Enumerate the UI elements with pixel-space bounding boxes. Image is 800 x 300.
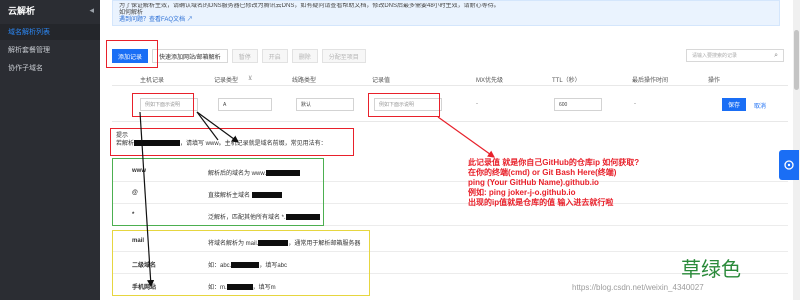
search-placeholder: 请输入要搜索的记录 <box>692 53 738 59</box>
host-input[interactable]: 例如下面示说明 <box>140 98 198 111</box>
th-line: 线路类型 <box>292 78 317 84</box>
main-panel: 为了保证解析生效，请确认域名的DNS服务器已修改为腾讯云DNS，如有疑问请查看帮… <box>100 0 800 300</box>
table-header: 主机记录 记录类型 ⊻ 线路类型 记录值 MX优先级 TTL（秒） 最后操作时间… <box>112 72 788 86</box>
external-link-icon: ↗ <box>186 17 193 23</box>
host-example-key: www <box>132 168 147 174</box>
sidebar: 云解析 ◂ 域名解析列表 解析套餐管理 协作子域名 <box>0 0 100 300</box>
host-example-desc: 如：abc. ，填写abc <box>208 260 287 269</box>
host-example-row: 手机网站 如：m. ，填写m <box>112 274 788 296</box>
filter-icon[interactable]: ⊻ <box>248 75 252 82</box>
redaction <box>134 140 181 147</box>
sidebar-item-sub-domain[interactable]: 协作子域名 <box>0 60 100 76</box>
host-example-desc: 泛解析，匹配其他所有域名 *. <box>208 212 320 221</box>
pause-button[interactable]: 暂停 <box>231 49 258 63</box>
notice-text: 为了保证解析生效，请确认域名的DNS服务器已修改为腾讯云DNS，如有疑问请查看帮… <box>119 3 500 9</box>
hint-text: 若解析 ，请填写 www。主机记录就是域名前缀，常见用法有： <box>116 140 784 148</box>
host-example-desc-text: 解析后的域名为 www. <box>208 171 267 177</box>
sidebar-item-label: 协作子域名 <box>8 65 43 72</box>
record-value-input[interactable]: 例如下面示说明 <box>374 98 442 111</box>
host-example-desc-text: 直接解析主域名 <box>208 193 251 199</box>
hint-prefix: 若解析 <box>116 141 135 147</box>
redaction <box>226 284 253 291</box>
toolbar: 添加记录 快速添加网站/邮箱解析 暂停 开启 删除 分配至项目 <box>112 48 366 64</box>
redaction <box>231 262 260 269</box>
support-float-button[interactable] <box>779 150 799 180</box>
edit-record-row: 例如下面示说明 A 默认 例如下面示说明 - 600 - 保存 取消 <box>112 90 788 122</box>
th-actions: 操作 <box>708 78 721 84</box>
delete-button[interactable]: 删除 <box>291 49 318 63</box>
redaction <box>266 170 301 177</box>
hint-panel: 提示 若解析 ，请填写 www。主机记录就是域名前缀，常见用法有： <box>112 130 788 156</box>
app-root: 云解析 ◂ 域名解析列表 解析套餐管理 协作子域名 为了保证解析生效，请确认域名… <box>0 0 800 300</box>
hint-suffix: ，请填写 www。主机记录就是域名前缀，常见用法有： <box>180 141 327 147</box>
host-example-desc: 解析后的域名为 www. <box>208 168 301 177</box>
host-example-key: 二级域名 <box>132 263 157 269</box>
type-value: A <box>223 101 227 108</box>
cancel-button[interactable]: 取消 <box>754 101 766 110</box>
sidebar-header: 云解析 ◂ <box>0 0 100 20</box>
collapse-icon[interactable]: ◂ <box>89 5 94 16</box>
host-example-row: 二级域名 如：abc. ，填写abc <box>112 252 788 274</box>
add-record-button[interactable]: 添加记录 <box>112 49 149 63</box>
host-example-row: www 解析后的域名为 www. <box>112 160 788 182</box>
type-select[interactable]: A <box>218 98 272 111</box>
headset-icon <box>784 160 794 170</box>
line-select[interactable]: 默认 <box>296 98 354 111</box>
host-example-desc-suffix: ，通常用于解析邮箱服务器 <box>288 241 361 247</box>
th-ttl: TTL（秒） <box>552 78 581 84</box>
sidebar-item-label: 解析套餐管理 <box>8 47 50 54</box>
host-example-desc-suffix: ，填写abc <box>259 263 288 269</box>
host-example-desc-text: 如：abc. <box>208 263 232 269</box>
sidebar-item-label: 域名解析列表 <box>8 29 50 36</box>
host-example-desc: 直接解析主域名 <box>208 190 282 199</box>
search-icon[interactable]: ⌕ <box>774 52 778 60</box>
redaction <box>285 214 320 221</box>
th-value: 记录值 <box>372 78 391 84</box>
ttl-input[interactable]: 600 <box>554 98 602 111</box>
redaction <box>258 240 289 247</box>
value-placeholder: 例如下面示说明 <box>379 102 415 108</box>
search-input[interactable]: 请输入要搜索的记录 ⌕ <box>686 49 784 62</box>
last-op-value: - <box>634 101 636 107</box>
sidebar-item-plan-management[interactable]: 解析套餐管理 <box>0 42 100 58</box>
host-example-row: @ 直接解析主域名 <box>112 182 788 204</box>
enable-button[interactable]: 开启 <box>261 49 288 63</box>
host-example-desc-text: 如：m. <box>208 285 227 291</box>
host-example-row: * 泛解析，匹配其他所有域名 *. <box>112 204 788 226</box>
assign-group-button[interactable]: 分配至项目 <box>321 49 366 63</box>
hint-title: 提示 <box>116 133 129 139</box>
th-host: 主机记录 <box>140 78 165 84</box>
host-example-key: * <box>132 212 135 218</box>
save-button[interactable]: 保存 <box>722 98 747 111</box>
notice-banner: 为了保证解析生效，请确认域名的DNS服务器已修改为腾讯云DNS，如有疑问请查看帮… <box>112 0 780 26</box>
host-example-desc-text: 泛解析，匹配其他所有域名 *. <box>208 215 286 221</box>
host-example-row: mail 将域名解析为 mail. ，通常用于解析邮箱服务器 <box>112 230 788 252</box>
th-last-op: 最后操作时间 <box>632 78 669 84</box>
quick-add-button[interactable]: 快速添加网站/邮箱解析 <box>152 49 228 63</box>
ttl-value: 600 <box>559 101 568 108</box>
mx-value: - <box>476 101 478 107</box>
host-example-key: mail <box>132 238 145 244</box>
scrollbar-thumb[interactable] <box>794 30 799 90</box>
host-example-key: 手机网站 <box>132 285 157 291</box>
sidebar-item-domain-list[interactable]: 域名解析列表 <box>0 24 100 40</box>
host-placeholder: 例如下面示说明 <box>145 102 181 108</box>
sidebar-title: 云解析 <box>8 5 36 16</box>
th-type: 记录类型 <box>214 78 239 84</box>
host-example-key: @ <box>132 190 138 196</box>
notice-howto: 如何解析 <box>119 10 144 16</box>
host-example-desc-suffix: ，填写m <box>252 285 276 291</box>
th-mx: MX优先级 <box>476 78 504 84</box>
redaction <box>251 192 282 199</box>
faq-link[interactable]: 遇到问题？查看FAQ文档 <box>119 17 185 23</box>
line-value: 默认 <box>301 102 312 108</box>
host-example-desc-text: 将域名解析为 mail. <box>208 241 259 247</box>
host-example-desc: 将域名解析为 mail. ，通常用于解析邮箱服务器 <box>208 238 360 247</box>
host-example-desc: 如：m. ，填写m <box>208 282 276 291</box>
